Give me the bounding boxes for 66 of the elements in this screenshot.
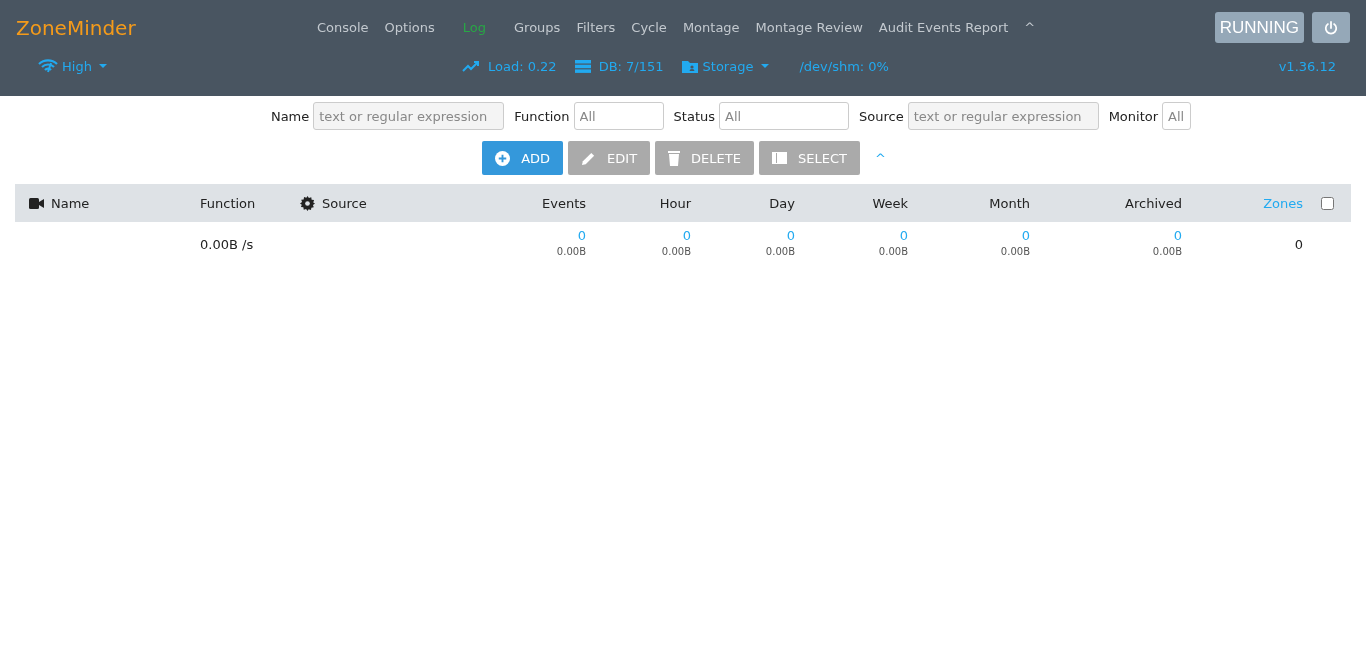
database-icon [574, 59, 591, 73]
function-cell-text: 0.00B /s [200, 236, 255, 252]
column-header[interactable]: Archived [1030, 195, 1182, 211]
event-size-text: 0.00B [661, 246, 691, 257]
zones-cell-text: 0 [1293, 236, 1303, 252]
shm-text: /dev/shm: 0% [799, 58, 889, 74]
event-size-text: 0.00B [878, 246, 908, 257]
filter-field[interactable]: All [719, 102, 849, 130]
column-header[interactable]: Events [480, 195, 586, 211]
column-header[interactable]: Month [908, 195, 1030, 211]
trend-icon [462, 60, 480, 72]
nav-link[interactable]: Groups [514, 20, 561, 35]
collapse-toggle[interactable]: ^ [1024, 20, 1036, 35]
storage-dropdown[interactable]: Storage [681, 58, 770, 74]
filter-field[interactable]: text or regular expression [907, 102, 1099, 130]
wifi-icon [38, 59, 58, 73]
bandwidth-dropdown[interactable]: High [16, 58, 462, 74]
event-size-text: 0.00B [1000, 246, 1030, 257]
event-count-link[interactable]: 0 [682, 228, 691, 243]
power-button[interactable] [1312, 12, 1350, 43]
nav-link[interactable]: Montage [682, 20, 740, 35]
version-text: v1.36.12 [1278, 58, 1336, 74]
event-count-link[interactable]: 0 [1021, 228, 1030, 243]
event-count-link[interactable]: 0 [786, 228, 795, 243]
plus-circle-icon [495, 150, 511, 166]
event-size-text: 0.00B [1152, 246, 1182, 257]
nav-link[interactable]: Montage Review [755, 20, 863, 35]
nav-link[interactable]: Console [317, 20, 369, 35]
event-count-link[interactable]: 0 [577, 228, 586, 243]
folder-icon [681, 59, 698, 73]
filter-field[interactable]: All [1162, 102, 1192, 130]
filter-label: Monitor [1108, 108, 1159, 124]
filter-label: Source [859, 108, 904, 124]
load-text: Load: 0.22 [488, 58, 557, 74]
video-camera-icon [29, 197, 44, 209]
trash-icon [668, 150, 681, 166]
nav-link[interactable]: Options [384, 20, 435, 35]
event-size-text: 0.00B [765, 246, 795, 257]
column-header[interactable]: Week [795, 195, 908, 211]
event-count-link[interactable]: 0 [899, 228, 908, 243]
filter-field[interactable]: All [573, 102, 664, 130]
column-header[interactable]: Function [200, 195, 300, 211]
list-icon [771, 152, 787, 164]
column-header[interactable]: Source [300, 195, 480, 211]
filter-label: Status [673, 108, 715, 124]
column-header[interactable]: Day [691, 195, 795, 211]
add-button[interactable]: ADD [482, 141, 564, 175]
nav-link[interactable]: Cycle [631, 20, 667, 35]
select-all-checkbox[interactable] [1320, 196, 1334, 210]
nav-link[interactable]: Log [462, 20, 486, 35]
gear-icon [300, 195, 315, 211]
brand-logo[interactable]: ZoneMinder [16, 15, 301, 40]
nav-link[interactable]: Audit Events Report [878, 20, 1009, 35]
filter-field[interactable]: text or regular expression [313, 102, 505, 130]
pencil-icon [581, 150, 597, 166]
db-text: DB: 7/151 [598, 58, 664, 74]
event-count-link[interactable]: 0 [1173, 228, 1182, 243]
event-size-text: 0.00B [556, 246, 586, 257]
collapse-toggle[interactable]: ^ [874, 150, 886, 166]
filter-label: Name [270, 108, 310, 124]
power-icon [1324, 20, 1338, 35]
run-state-button[interactable]: RUNNING [1214, 12, 1304, 43]
filter-label: Function [514, 108, 570, 124]
nav-link[interactable]: Filters [576, 20, 616, 35]
column-header[interactable]: Name [15, 195, 200, 211]
column-header[interactable]: Hour [586, 195, 691, 211]
